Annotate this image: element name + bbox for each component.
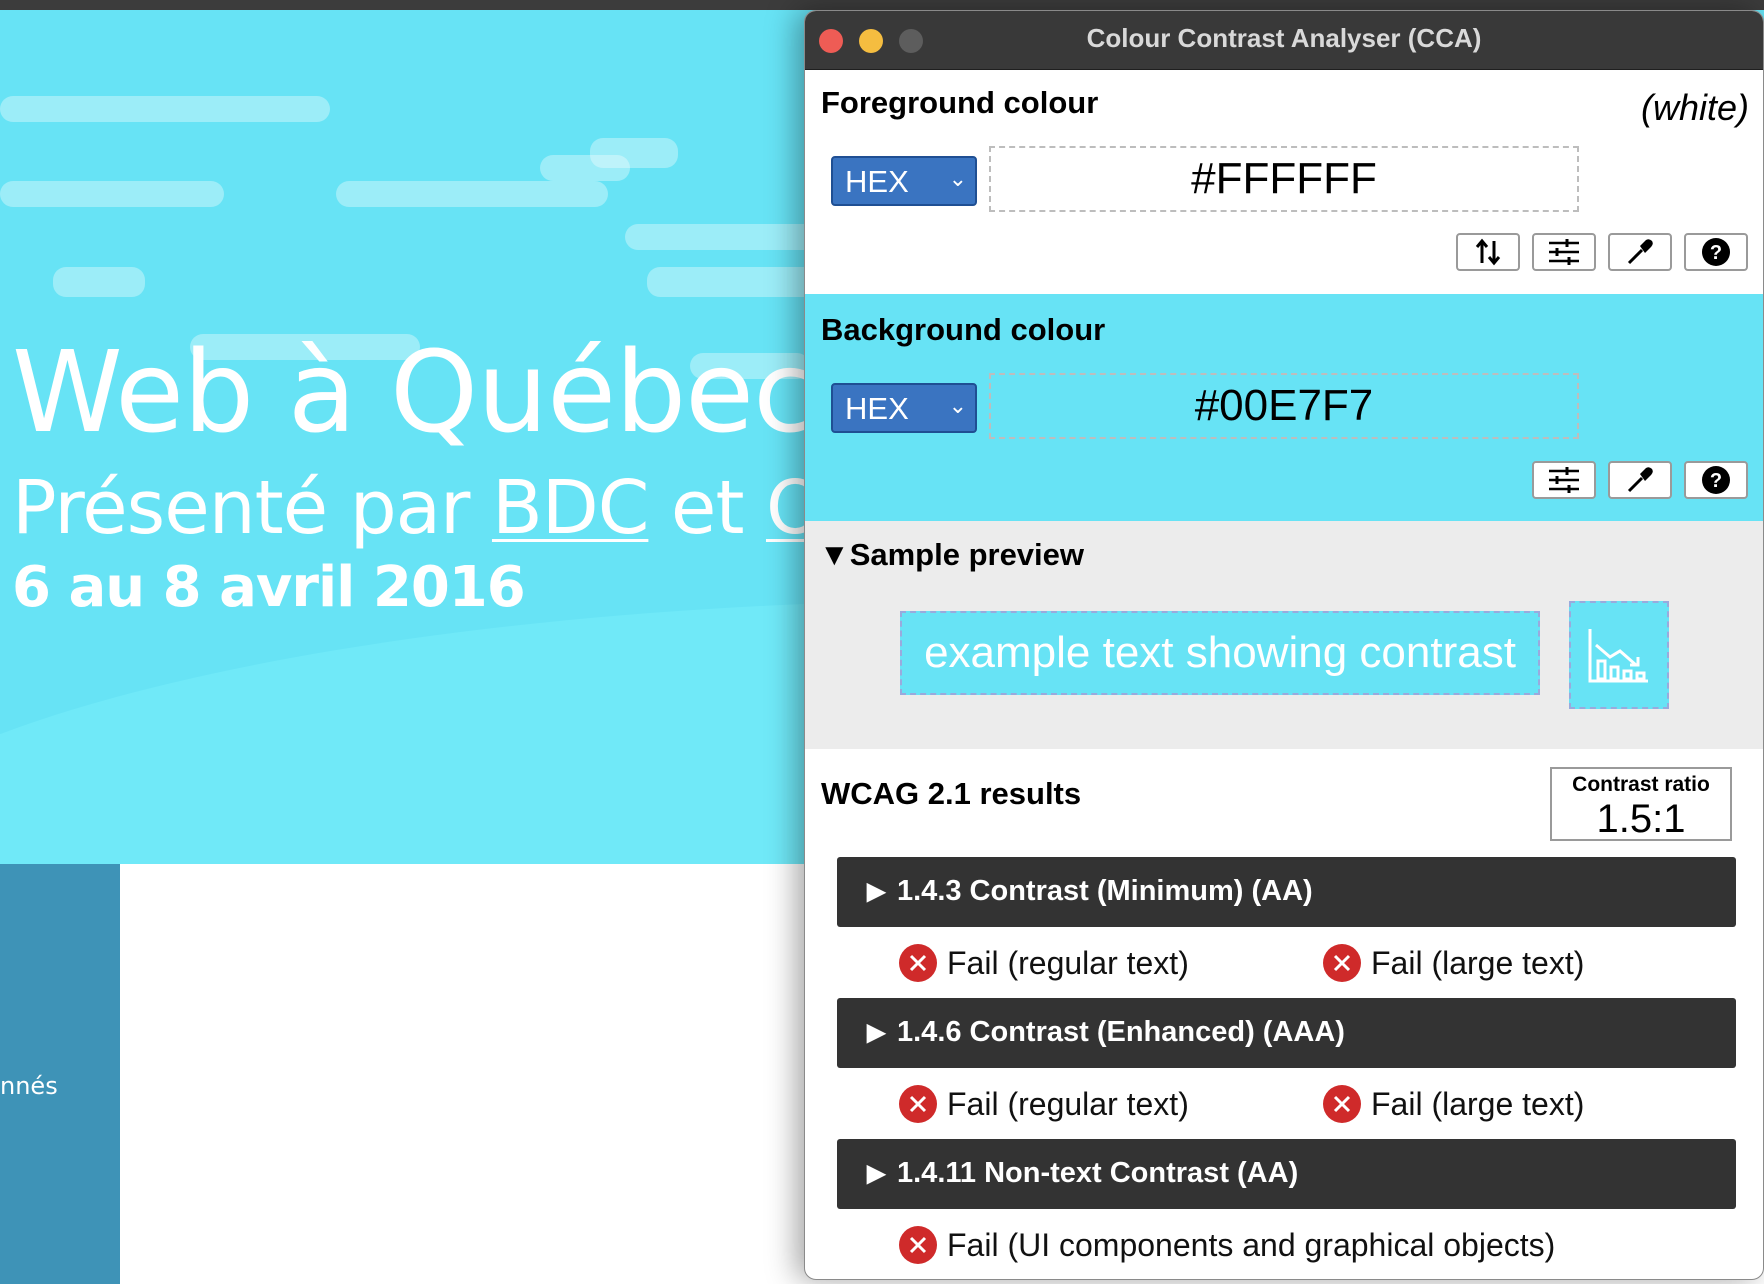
result-item: Fail (UI components and graphical object… bbox=[899, 1226, 1555, 1264]
triangle-right-icon: ▶ bbox=[867, 1019, 886, 1046]
side-panel-text[interactable]: nnés bbox=[0, 1072, 58, 1100]
criterion-1-4-11[interactable]: ▶ 1.4.11 Non-text Contrast (AA) bbox=[837, 1139, 1736, 1209]
decor-cloud bbox=[540, 155, 630, 181]
foreground-sliders-button[interactable] bbox=[1532, 233, 1596, 271]
sliders-icon bbox=[1549, 239, 1579, 265]
sample-preview-heading: Sample preview bbox=[849, 537, 1085, 572]
sample-graphic-box bbox=[1569, 601, 1669, 709]
background-hex-input[interactable]: #00E7F7 bbox=[989, 373, 1579, 439]
fail-icon bbox=[1323, 944, 1361, 982]
help-icon: ? bbox=[1702, 466, 1730, 494]
bdc-link[interactable]: BDC bbox=[492, 465, 649, 551]
format-label: HEX bbox=[845, 164, 909, 199]
background-format-select[interactable]: HEX ⌄ bbox=[831, 383, 977, 433]
wcag-results-heading: WCAG 2.1 results bbox=[821, 776, 1082, 811]
contrast-ratio-label: Contrast ratio bbox=[1572, 773, 1710, 796]
subtitle-mid: et bbox=[648, 465, 766, 551]
background-sliders-button[interactable] bbox=[1532, 461, 1596, 499]
result-text: Fail (large text) bbox=[1371, 944, 1585, 981]
fail-icon bbox=[899, 1226, 937, 1264]
window-title: Colour Contrast Analyser (CCA) bbox=[1086, 23, 1482, 53]
chart-icon bbox=[1588, 629, 1648, 683]
background-heading: Background colour bbox=[821, 312, 1106, 347]
result-item: Fail (large text) bbox=[1323, 1085, 1584, 1123]
result-item: Fail (regular text) bbox=[899, 944, 1189, 982]
subtitle-prefix: Présenté par bbox=[12, 465, 492, 551]
svg-text:?: ? bbox=[1710, 242, 1722, 264]
fail-icon bbox=[1323, 1085, 1361, 1123]
decor-cloud bbox=[647, 267, 827, 297]
foreground-hex-input[interactable]: #FFFFFF bbox=[989, 146, 1579, 212]
foreground-color-name: (white) bbox=[1640, 87, 1749, 128]
chevron-down-icon: ⌄ bbox=[948, 166, 967, 191]
criterion-1-4-6[interactable]: ▶ 1.4.6 Contrast (Enhanced) (AAA) bbox=[837, 998, 1736, 1068]
fail-icon bbox=[899, 944, 937, 982]
hero-title: Web à Québec 2 bbox=[12, 328, 919, 458]
decor-cloud bbox=[625, 224, 825, 250]
background-section: Background colour HEX ⌄ #00E7F7 ? bbox=[805, 294, 1763, 521]
event-date: 6 au 8 avril 2016 bbox=[12, 555, 526, 620]
swap-icon bbox=[1475, 238, 1501, 266]
format-label: HEX bbox=[845, 391, 909, 426]
criterion-1-4-3[interactable]: ▶ 1.4.3 Contrast (Minimum) (AA) bbox=[837, 857, 1736, 927]
fail-icon bbox=[899, 1085, 937, 1123]
svg-text:?: ? bbox=[1710, 470, 1722, 492]
window-titlebar[interactable]: Colour Contrast Analyser (CCA) bbox=[805, 11, 1763, 70]
criterion-title: 1.4.11 Non-text Contrast (AA) bbox=[897, 1157, 1299, 1189]
foreground-heading: Foreground colour bbox=[821, 85, 1099, 120]
hero-subtitle: Présenté par BDC et OVH bbox=[12, 465, 927, 551]
triangle-right-icon: ▶ bbox=[867, 1160, 886, 1187]
decor-cloud bbox=[53, 267, 145, 297]
sample-text-box: example text showing contrast bbox=[900, 611, 1540, 695]
help-icon: ? bbox=[1702, 238, 1730, 266]
decor-cloud bbox=[336, 181, 608, 207]
decor-cloud bbox=[0, 96, 330, 122]
decor-cloud bbox=[0, 181, 224, 207]
result-text: Fail (large text) bbox=[1371, 1085, 1585, 1122]
triangle-down-icon: ▼ bbox=[819, 537, 850, 572]
foreground-format-select[interactable]: HEX ⌄ bbox=[831, 156, 977, 206]
result-text: Fail (UI components and graphical object… bbox=[947, 1226, 1556, 1263]
criterion-title: 1.4.6 Contrast (Enhanced) (AAA) bbox=[897, 1016, 1345, 1048]
eyedropper-icon bbox=[1627, 239, 1653, 265]
chevron-down-icon: ⌄ bbox=[948, 393, 967, 418]
contrast-ratio-box: Contrast ratio 1.5:1 bbox=[1550, 767, 1732, 841]
cca-window: Colour Contrast Analyser (CCA) Foregroun… bbox=[804, 10, 1764, 1280]
browser-top-bar bbox=[0, 0, 1764, 10]
sample-preview-toggle[interactable]: ▼Sample preview bbox=[819, 537, 1084, 573]
sample-preview-section: ▼Sample preview example text showing con… bbox=[805, 521, 1763, 749]
swap-colours-button[interactable] bbox=[1456, 233, 1520, 271]
result-item: Fail (regular text) bbox=[899, 1085, 1189, 1123]
result-item: Fail (large text) bbox=[1323, 944, 1584, 982]
triangle-right-icon: ▶ bbox=[867, 878, 886, 905]
sliders-icon bbox=[1549, 467, 1579, 493]
contrast-ratio-value: 1.5:1 bbox=[1596, 797, 1686, 841]
background-help-button[interactable]: ? bbox=[1684, 461, 1748, 499]
foreground-eyedropper-button[interactable] bbox=[1608, 233, 1672, 271]
criterion-title: 1.4.3 Contrast (Minimum) (AA) bbox=[897, 875, 1313, 907]
foreground-help-button[interactable]: ? bbox=[1684, 233, 1748, 271]
background-eyedropper-button[interactable] bbox=[1608, 461, 1672, 499]
result-text: Fail (regular text) bbox=[947, 1085, 1189, 1122]
eyedropper-icon bbox=[1627, 467, 1653, 493]
result-text: Fail (regular text) bbox=[947, 944, 1189, 981]
